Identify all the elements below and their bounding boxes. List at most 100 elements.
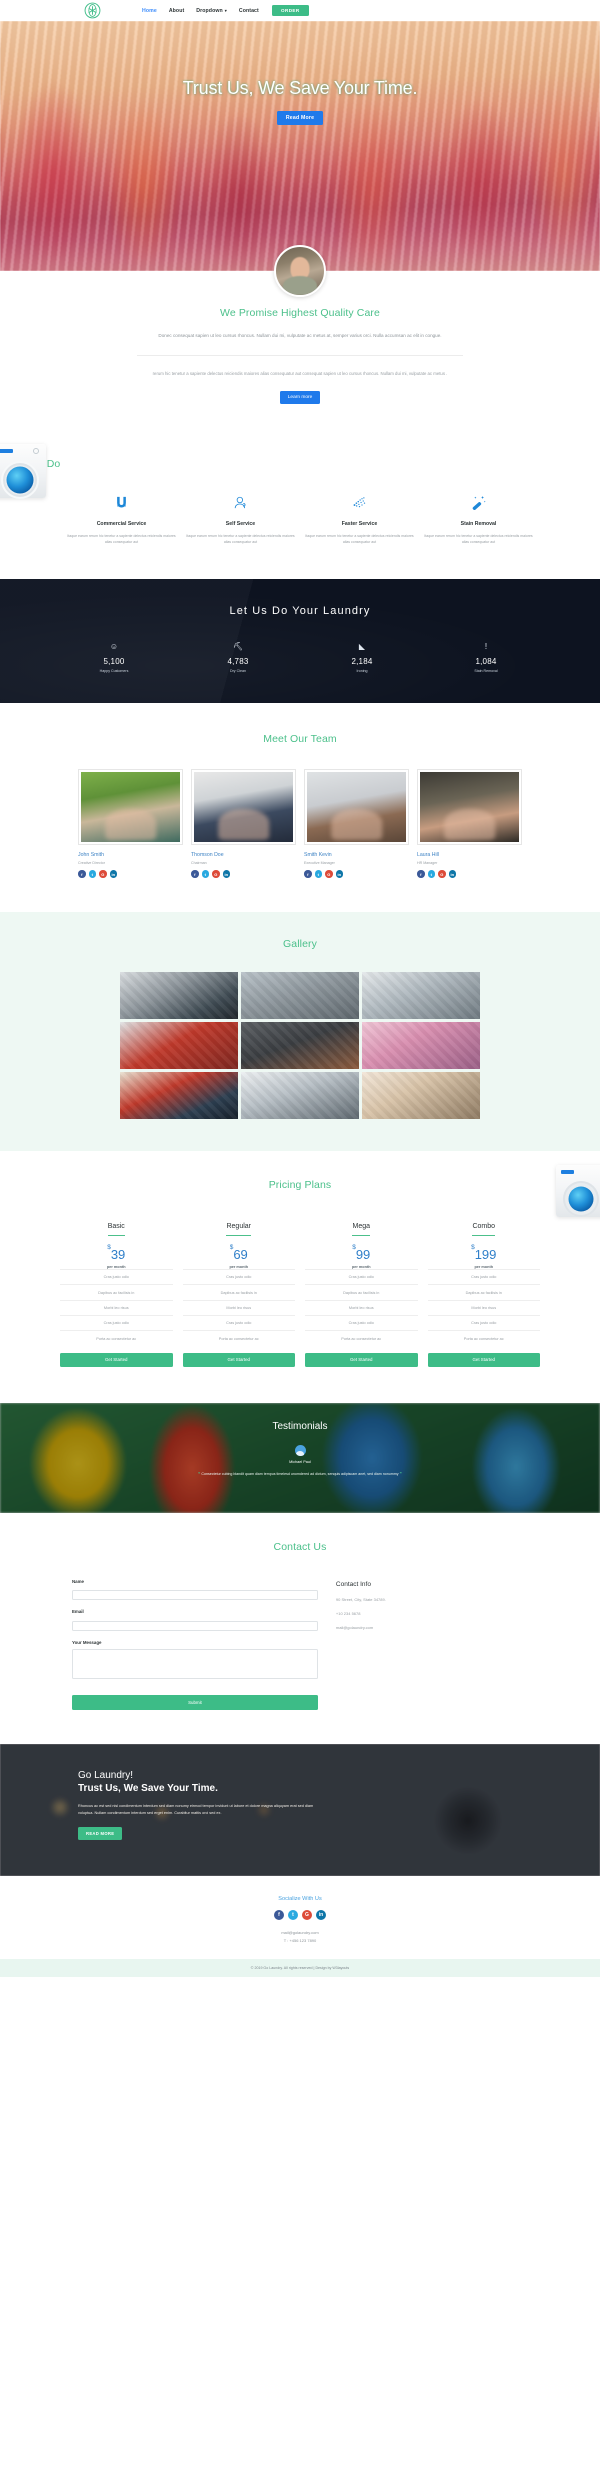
member-role: HR Manager xyxy=(417,861,438,866)
service-title: Commercial Service xyxy=(96,520,147,527)
footer: Socialize With Us f t G in mail@golaundr… xyxy=(0,1875,600,1977)
gallery-image[interactable] xyxy=(120,971,238,1019)
service-commercial[interactable]: Commercial Service Itaque earum rerum hi… xyxy=(62,492,181,546)
submit-button[interactable]: Submit xyxy=(72,1694,318,1710)
linkedin-icon[interactable]: in xyxy=(335,870,343,878)
service-desc: Itaque earum rerum hic tenetur a sapient… xyxy=(186,533,295,544)
linkedin-icon[interactable]: in xyxy=(109,870,117,878)
twitter-icon[interactable]: t xyxy=(288,1909,298,1920)
nav-link-home[interactable]: Home xyxy=(142,8,157,14)
member-name: Thomson Doe xyxy=(191,852,224,859)
stat-number: 1,084 xyxy=(475,657,497,667)
footer-phone: T : +456 123 7890 xyxy=(283,1937,317,1943)
plan-feature: Morbi leo risus xyxy=(60,1299,173,1315)
order-button[interactable]: ORDER xyxy=(272,5,309,17)
footer-social-links: f t G in xyxy=(0,1909,600,1920)
gallery-image[interactable] xyxy=(362,971,480,1019)
name-field[interactable] xyxy=(72,1590,318,1601)
member-name: John Smith xyxy=(78,852,104,859)
stat-happy-customers: ☺ 5,100 Happy Customers xyxy=(52,643,176,674)
plan-name: Regular xyxy=(226,1223,251,1236)
facebook-icon[interactable]: f xyxy=(274,1909,284,1920)
linkedin-icon[interactable]: in xyxy=(316,1909,326,1920)
twitter-icon[interactable]: t xyxy=(427,870,435,878)
hero-read-more-button[interactable]: Read More xyxy=(276,110,324,125)
service-faster[interactable]: Faster Service Itaque earum rerum hic te… xyxy=(300,492,419,546)
stat-label: Happy Customers xyxy=(99,669,129,674)
promise-section: We Promise Highest Quality Care Donec co… xyxy=(0,245,600,430)
service-stain-removal[interactable]: Stain Removal Itaque earum rerum hic ten… xyxy=(419,492,538,546)
google-plus-icon[interactable]: G xyxy=(99,870,107,878)
service-title: Self Service xyxy=(225,520,256,527)
stats-title: Let Us Do Your Laundry xyxy=(229,605,371,618)
service-desc: Itaque earum rerum hic tenetur a sapient… xyxy=(305,533,414,544)
member-photo xyxy=(194,772,293,843)
facebook-icon[interactable]: f xyxy=(191,870,199,878)
promise-paragraph-secondary: rerum hic tenetur a sapiente delectus re… xyxy=(152,370,448,376)
facebook-icon[interactable]: f xyxy=(304,870,312,878)
washer-door xyxy=(1,460,39,499)
twitter-icon[interactable]: t xyxy=(201,870,209,878)
nav-link-about[interactable]: About xyxy=(169,8,184,14)
google-plus-icon[interactable]: G xyxy=(438,870,446,878)
asterisk-badge-icon[interactable] xyxy=(84,2,101,19)
gallery-image[interactable] xyxy=(362,1071,480,1119)
plan-basic: Basic $39 per month Cras justo odio Dapi… xyxy=(60,1215,173,1367)
member-photo xyxy=(420,772,519,843)
linkedin-icon[interactable]: in xyxy=(448,870,456,878)
facebook-icon[interactable]: f xyxy=(78,870,86,878)
gallery-image[interactable] xyxy=(120,1071,238,1119)
plan-feature: Dapibus ac facilisis in xyxy=(182,1284,295,1299)
learn-more-button[interactable]: Learn more xyxy=(279,391,321,404)
iron-icon: ⛏ xyxy=(232,642,244,652)
twitter-icon[interactable]: t xyxy=(314,870,322,878)
stat-number: 4,783 xyxy=(227,657,249,667)
water-spray-icon xyxy=(305,492,414,514)
testimonial-author: Michael Paul xyxy=(289,1459,311,1464)
plan-feature: Porta ac consectetur ac xyxy=(182,1330,295,1345)
get-started-button[interactable]: Get Started xyxy=(60,1352,173,1367)
twitter-icon[interactable]: t xyxy=(88,870,96,878)
plan-feature: Morbi leo risus xyxy=(182,1299,295,1315)
linkedin-icon[interactable]: in xyxy=(222,870,230,878)
team-member-1[interactable]: John Smith Creative Director f t G in xyxy=(78,769,183,878)
plan-feature: Porta ac consectetur ac xyxy=(60,1330,173,1345)
plan-feature: Cras justo odio xyxy=(305,1315,418,1330)
plan-amount: 99 xyxy=(355,1246,371,1262)
gallery-image[interactable] xyxy=(241,1021,359,1069)
plan-currency: $ xyxy=(352,1243,356,1251)
message-field[interactable] xyxy=(72,1648,318,1679)
google-plus-icon[interactable]: G xyxy=(302,1909,312,1920)
service-self[interactable]: Self Service Itaque earum rerum hic tene… xyxy=(181,492,300,546)
get-started-button[interactable]: Get Started xyxy=(305,1352,418,1367)
get-started-button[interactable]: Get Started xyxy=(182,1352,295,1367)
member-name: Laura Hill xyxy=(417,852,439,859)
team-member-3[interactable]: Smith Kevin Executive Manager f t G in xyxy=(304,769,409,878)
gallery-image[interactable] xyxy=(362,1021,480,1069)
email-field[interactable] xyxy=(72,1620,318,1631)
get-started-button[interactable]: Get Started xyxy=(427,1352,540,1367)
nav-link-contact[interactable]: Contact xyxy=(239,8,259,14)
person-bust-icon xyxy=(186,492,295,514)
service-desc: Itaque earum rerum hic tenetur a sapient… xyxy=(67,533,176,544)
team-member-4[interactable]: Laura Hill HR Manager f t G in xyxy=(417,769,522,878)
hero-title: Trust Us, We Save Your Time. xyxy=(182,78,418,98)
plan-name: Mega xyxy=(352,1223,370,1236)
google-plus-icon[interactable]: G xyxy=(212,870,220,878)
plan-name: Basic xyxy=(107,1223,125,1236)
gallery-image[interactable] xyxy=(241,1071,359,1119)
plan-feature: Porta ac consectetur ac xyxy=(427,1330,540,1345)
member-role: Chairman xyxy=(191,861,207,866)
plan-price: $39 xyxy=(60,1244,173,1261)
laundry-landing-page: Home About Dropdown ▾ Contact ORDER Trust… xyxy=(0,0,600,1977)
plan-feature: Dapibus ac facilisis in xyxy=(305,1284,418,1299)
facebook-icon[interactable]: f xyxy=(417,870,425,878)
cta-read-more-button[interactable]: READ MORE xyxy=(78,1827,123,1841)
footer-email[interactable]: mail@golaundry.com xyxy=(0,1930,600,1935)
google-plus-icon[interactable]: G xyxy=(325,870,333,878)
nav-link-dropdown[interactable]: Dropdown ▾ xyxy=(196,8,227,14)
gallery-image[interactable] xyxy=(241,971,359,1019)
team-member-2[interactable]: Thomson Doe Chairman f t G in xyxy=(191,769,296,878)
member-photo-frame xyxy=(304,769,409,846)
gallery-image[interactable] xyxy=(120,1021,238,1069)
